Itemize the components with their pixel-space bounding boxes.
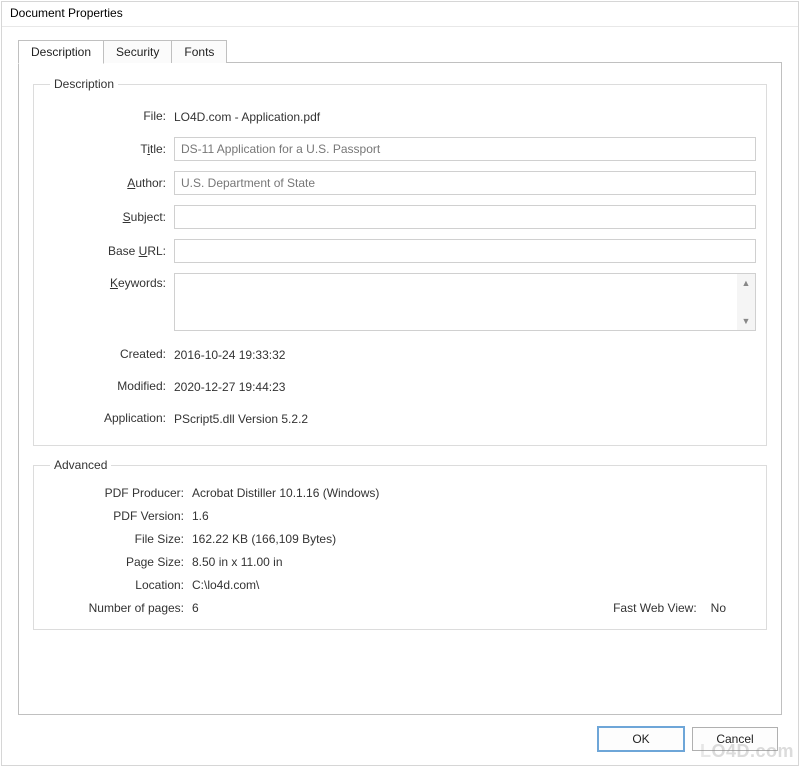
value-fastweb: No xyxy=(711,601,726,615)
advanced-group: Advanced PDF Producer: Acrobat Distiller… xyxy=(33,458,767,630)
label-application: Application: xyxy=(44,411,174,425)
label-author: Author: xyxy=(44,176,174,190)
row-pages-fastweb: Number of pages: 6 Fast Web View: No xyxy=(44,601,756,615)
dialog-window: Document Properties Description Security… xyxy=(1,1,799,766)
button-bar: OK Cancel xyxy=(2,715,798,765)
advanced-grid: PDF Producer: Acrobat Distiller 10.1.16 … xyxy=(44,486,756,615)
value-location: C:\lo4d.com\ xyxy=(192,578,756,592)
value-file: LO4D.com - Application.pdf xyxy=(174,108,756,124)
tab-fonts[interactable]: Fonts xyxy=(171,40,227,63)
label-created: Created: xyxy=(44,347,174,361)
tab-security[interactable]: Security xyxy=(103,40,172,63)
label-producer: PDF Producer: xyxy=(44,486,192,500)
label-fastweb: Fast Web View: xyxy=(613,601,711,615)
value-application: PScript5.dll Version 5.2.2 xyxy=(174,410,756,426)
subject-input[interactable] xyxy=(174,205,756,229)
label-file: File: xyxy=(44,109,174,123)
label-version: PDF Version: xyxy=(44,509,192,523)
scroll-up-icon[interactable]: ▲ xyxy=(737,274,755,292)
row-title: Title: xyxy=(44,137,756,161)
value-producer: Acrobat Distiller 10.1.16 (Windows) xyxy=(192,486,756,500)
label-title: Title: xyxy=(44,142,174,156)
label-filesize: File Size: xyxy=(44,532,192,546)
label-pages: Number of pages: xyxy=(44,601,192,615)
keywords-wrap: ▲ ▼ xyxy=(174,273,756,331)
row-author: Author: xyxy=(44,171,756,195)
scroll-down-icon[interactable]: ▼ xyxy=(737,312,755,330)
value-pagesize: 8.50 in x 11.00 in xyxy=(192,555,756,569)
value-pages: 6 xyxy=(192,601,199,615)
keywords-input[interactable] xyxy=(175,274,737,330)
value-filesize: 162.22 KB (166,109 Bytes) xyxy=(192,532,756,546)
tab-description[interactable]: Description xyxy=(18,40,104,64)
title-input[interactable] xyxy=(174,137,756,161)
tab-strip: Description Security Fonts xyxy=(18,39,782,63)
advanced-legend: Advanced xyxy=(50,458,111,472)
label-subject: Subject: xyxy=(44,210,174,224)
row-file: File: LO4D.com - Application.pdf xyxy=(44,105,756,127)
keywords-scroll: ▲ ▼ xyxy=(737,274,755,330)
content-area: Description Security Fonts Description F… xyxy=(2,27,798,715)
description-group: Description File: LO4D.com - Application… xyxy=(33,77,767,446)
cancel-button[interactable]: Cancel xyxy=(692,727,778,751)
row-baseurl: Base URL: xyxy=(44,239,756,263)
row-subject: Subject: xyxy=(44,205,756,229)
value-version: 1.6 xyxy=(192,509,756,523)
author-input[interactable] xyxy=(174,171,756,195)
label-pagesize: Page Size: xyxy=(44,555,192,569)
label-keywords: Keywords: xyxy=(44,273,174,290)
row-created: Created: 2016-10-24 19:33:32 xyxy=(44,343,756,365)
label-baseurl: Base URL: xyxy=(44,244,174,258)
label-modified: Modified: xyxy=(44,379,174,393)
label-location: Location: xyxy=(44,578,192,592)
row-application: Application: PScript5.dll Version 5.2.2 xyxy=(44,407,756,429)
value-created: 2016-10-24 19:33:32 xyxy=(174,346,756,362)
description-legend: Description xyxy=(50,77,118,91)
row-modified: Modified: 2020-12-27 19:44:23 xyxy=(44,375,756,397)
tab-panel-description: Description File: LO4D.com - Application… xyxy=(18,62,782,715)
ok-button[interactable]: OK xyxy=(598,727,684,751)
baseurl-input[interactable] xyxy=(174,239,756,263)
window-title: Document Properties xyxy=(2,2,798,27)
value-modified: 2020-12-27 19:44:23 xyxy=(174,378,756,394)
row-keywords: Keywords: ▲ ▼ xyxy=(44,273,756,331)
